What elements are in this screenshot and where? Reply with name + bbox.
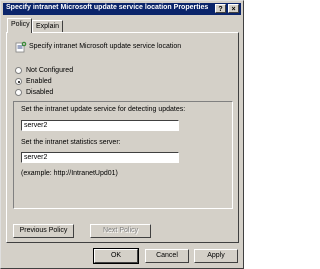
radio-disabled-circle[interactable]: [15, 89, 22, 96]
cancel-button[interactable]: Cancel: [145, 249, 189, 263]
radio-enabled-label: Enabled: [26, 78, 52, 85]
stats-server-label: Set the intranet statistics server:: [21, 139, 121, 146]
previous-policy-label: Previous Policy: [19, 227, 68, 234]
previous-policy-button[interactable]: Previous Policy: [13, 224, 74, 238]
tab-explain[interactable]: Explain: [32, 20, 63, 32]
tab-explain-label: Explain: [36, 23, 59, 30]
window-title: Specify intranet Microsoft update servic…: [6, 4, 209, 11]
close-icon: ×: [231, 6, 236, 13]
update-service-input[interactable]: server2: [21, 120, 179, 131]
example-text: (example: http://IntranetUpd01): [21, 170, 118, 177]
next-policy-button[interactable]: Next Policy: [90, 224, 151, 238]
stats-server-input[interactable]: server2: [21, 152, 179, 163]
close-button[interactable]: ×: [228, 4, 239, 13]
help-button[interactable]: ?: [215, 4, 226, 13]
cancel-label: Cancel: [156, 252, 178, 259]
next-policy-label: Next Policy: [102, 227, 138, 234]
policy-setting-icon: [15, 41, 27, 53]
radio-enabled-circle[interactable]: [15, 78, 22, 85]
apply-button[interactable]: Apply: [194, 249, 238, 263]
options-group: Set the intranet update service for dete…: [13, 101, 233, 209]
radio-not-configured-label: Not Configured: [26, 67, 74, 74]
policy-panel: Specify intranet Microsoft update servic…: [6, 32, 239, 243]
radio-not-configured-circle[interactable]: [15, 67, 22, 74]
tab-policy-label: Policy: [11, 21, 30, 28]
ok-button[interactable]: OK: [93, 248, 139, 264]
tab-policy[interactable]: Policy: [7, 18, 32, 33]
update-service-label: Set the intranet update service for dete…: [21, 106, 186, 113]
properties-dialog: Specify intranet Microsoft update servic…: [0, 0, 244, 269]
radio-disabled-label: Disabled: [26, 89, 54, 96]
help-icon: ?: [218, 6, 223, 13]
apply-label: Apply: [207, 252, 225, 259]
policy-name: Specify intranet Microsoft update servic…: [29, 43, 182, 50]
title-bar[interactable]: Specify intranet Microsoft update servic…: [3, 3, 241, 15]
ok-label: OK: [110, 252, 122, 259]
